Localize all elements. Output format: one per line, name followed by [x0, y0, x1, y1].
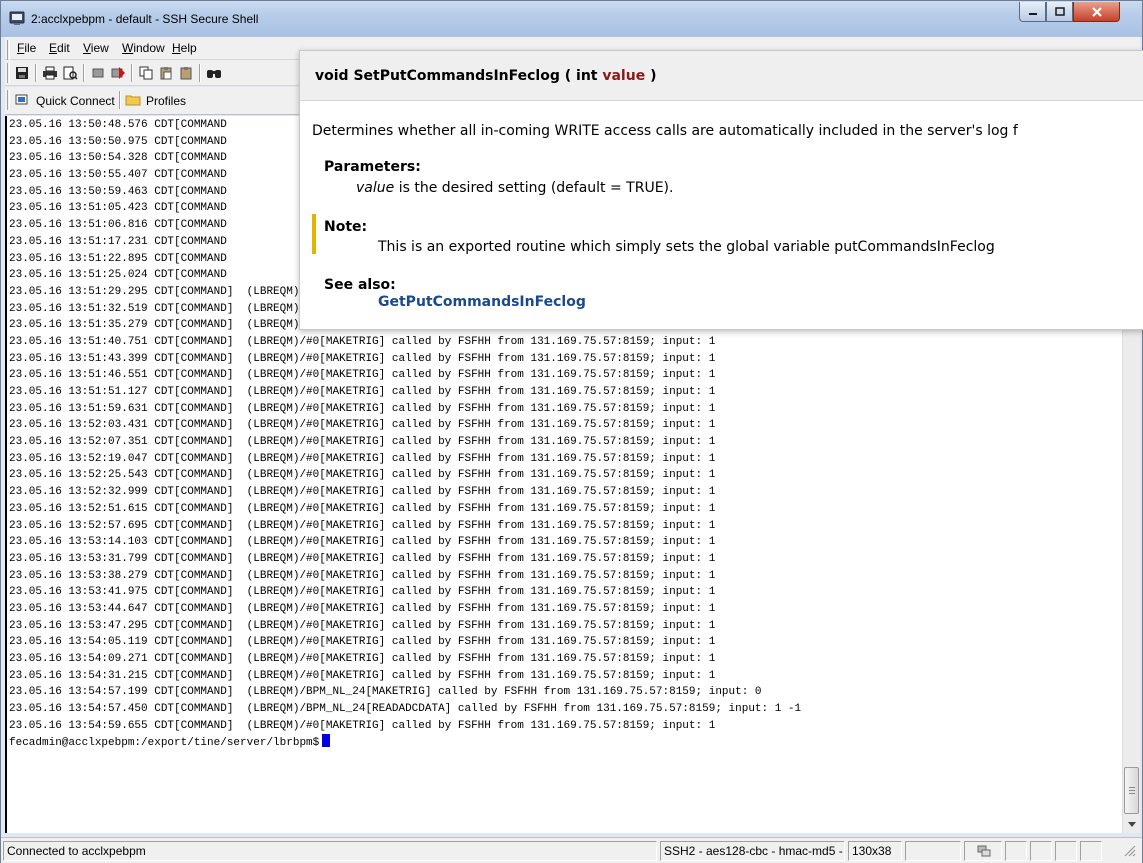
copy-icon[interactable] — [137, 64, 155, 82]
terminal-line: 23.05.16 13:52:57.695 CDT[COMMAND] (LBRE… — [9, 519, 716, 532]
cipher-info: SSH2 - aes128-cbc - hmac-md5 - nc — [660, 841, 845, 861]
terminal-line: 23.05.16 13:54:31.215 CDT[COMMAND] (LBRE… — [9, 669, 716, 682]
terminal-line: 23.05.16 13:53:47.295 CDT[COMMAND] (LBRE… — [9, 619, 716, 632]
terminal-line: 23.05.16 13:51:40.751 CDT[COMMAND] (LBRE… — [9, 335, 716, 348]
text-cursor — [322, 734, 331, 748]
folder-icon — [125, 93, 141, 110]
function-description: Determines whether all in-coming WRITE a… — [312, 123, 1018, 139]
menu-file[interactable]: File — [17, 41, 36, 55]
quickbar-grip[interactable] — [7, 90, 10, 110]
ssh-client-window: 2:acclxpebpm - default - SSH Secure Shel… — [0, 0, 1143, 863]
save-icon[interactable] — [13, 64, 31, 82]
parameter-description: value is the desired setting (default = … — [356, 180, 674, 196]
status-icon-cell — [964, 841, 1002, 861]
menu-help[interactable]: Help — [172, 41, 197, 55]
toolbar-separator — [83, 64, 85, 82]
resize-grip[interactable] — [1105, 841, 1139, 861]
menu-view[interactable]: View — [83, 41, 109, 55]
title-bar[interactable]: 2:acclxpebpm - default - SSH Secure Shel… — [1, 1, 1142, 37]
toolbar-separator — [119, 91, 121, 109]
status-empty-3 — [1030, 841, 1052, 861]
toolbar-separator — [35, 64, 37, 82]
connection-status: Connected to acclxpebpm — [3, 841, 657, 861]
terminal-line: 23.05.16 13:52:25.543 CDT[COMMAND] (LBRE… — [9, 469, 716, 482]
parameters-heading: Parameters: — [324, 159, 421, 175]
terminal-line: 23.05.16 13:54:05.119 CDT[COMMAND] (LBRE… — [9, 636, 716, 649]
prompt-text: fecadmin@acclxpebpm:/export/tine/server/… — [9, 737, 320, 750]
terminal-line: 23.05.16 13:53:44.647 CDT[COMMAND] (LBRE… — [9, 602, 716, 615]
menubar-grip[interactable] — [7, 40, 10, 60]
toolbar-grip[interactable] — [7, 63, 10, 83]
status-empty-1 — [905, 841, 961, 861]
disconnect-icon[interactable] — [89, 64, 107, 82]
close-icon — [1091, 6, 1102, 17]
arrow-down-icon — [1127, 822, 1136, 827]
note-text: This is an exported routine which simply… — [378, 239, 995, 255]
status-empty-2 — [1005, 841, 1027, 861]
terminal-line: 23.05.16 13:52:19.047 CDT[COMMAND] (LBRE… — [9, 452, 716, 465]
signature-header: void SetPutCommandsInFeclog ( int value … — [300, 51, 1143, 101]
terminal-line: 23.05.16 13:52:07.351 CDT[COMMAND] (LBRE… — [9, 436, 716, 449]
print-icon[interactable] — [41, 64, 59, 82]
paste-special-icon[interactable] — [177, 64, 195, 82]
menu-window[interactable]: Window — [122, 41, 165, 55]
documentation-tooltip: void SetPutCommandsInFeclog ( int value … — [299, 50, 1143, 330]
paste-icon[interactable] — [157, 64, 175, 82]
scroll-thumb[interactable] — [1124, 767, 1139, 814]
maximize-icon — [1054, 6, 1065, 16]
maximize-button[interactable] — [1046, 2, 1073, 22]
window-title: 2:acclxpebpm - default - SSH Secure Shel… — [31, 12, 259, 26]
note-heading: Note: — [324, 219, 368, 235]
minimize-icon — [1028, 12, 1037, 15]
quick-connect-icon — [15, 93, 31, 110]
terminal-line: 23.05.16 13:53:14.103 CDT[COMMAND] (LBRE… — [9, 536, 716, 549]
minimize-button[interactable] — [1019, 2, 1046, 22]
terminal-line: 23.05.16 13:53:41.975 CDT[COMMAND] (LBRE… — [9, 586, 716, 599]
new-connection-icon[interactable] — [109, 64, 127, 82]
terminal-line: 23.05.16 13:54:57.450 CDT[COMMAND] (LBRE… — [9, 703, 802, 716]
terminal-line: 23.05.16 13:52:32.999 CDT[COMMAND] (LBRE… — [9, 486, 716, 499]
function-signature: void SetPutCommandsInFeclog ( int value … — [315, 68, 657, 84]
terminal-line: 23.05.16 13:51:59.631 CDT[COMMAND] (LBRE… — [9, 402, 716, 415]
menu-edit[interactable]: Edit — [49, 41, 70, 55]
quick-connect-button[interactable]: Quick Connect — [15, 91, 115, 111]
status-empty-4 — [1055, 841, 1077, 861]
terminal-line: 23.05.16 13:52:03.431 CDT[COMMAND] (LBRE… — [9, 419, 716, 432]
signature-param: value — [602, 68, 646, 84]
scroll-down-button[interactable] — [1123, 816, 1140, 833]
terminal-line: 23.05.16 13:53:38.279 CDT[COMMAND] (LBRE… — [9, 569, 716, 582]
terminal-line: 23.05.16 13:51:51.127 CDT[COMMAND] (LBRE… — [9, 386, 716, 398]
status-empty-5 — [1080, 841, 1102, 861]
see-also-link[interactable]: GetPutCommandsInFeclog — [378, 294, 586, 310]
quick-connect-label: Quick Connect — [36, 94, 115, 108]
toolbar-separator — [199, 64, 201, 82]
see-also-heading: See also: — [324, 277, 396, 293]
terminal-line: 23.05.16 13:54:57.199 CDT[COMMAND] (LBRE… — [9, 686, 762, 699]
app-icon — [9, 10, 25, 26]
terminal-line: 23.05.16 13:53:31.799 CDT[COMMAND] (LBRE… — [9, 552, 716, 565]
toolbar-separator — [131, 64, 133, 82]
shell-prompt[interactable]: fecadmin@acclxpebpm:/export/tine/server/… — [9, 734, 801, 751]
terminal-line: 23.05.16 13:54:59.655 CDT[COMMAND] (LBRE… — [9, 719, 716, 732]
profiles-button[interactable]: Profiles — [125, 91, 186, 111]
find-icon[interactable] — [205, 64, 223, 82]
terminal-size: 130x38 — [848, 841, 902, 861]
terminal-line: 23.05.16 13:52:51.615 CDT[COMMAND] (LBRE… — [9, 502, 716, 515]
terminal-line: 23.05.16 13:51:43.399 CDT[COMMAND] (LBRE… — [9, 352, 716, 365]
profiles-label: Profiles — [146, 94, 187, 108]
resize-grip-icon — [1124, 845, 1136, 857]
terminal-line: 23.05.16 13:54:09.271 CDT[COMMAND] (LBRE… — [9, 653, 716, 665]
note-accent-bar — [312, 214, 316, 254]
terminal-line: 23.05.16 13:51:46.551 CDT[COMMAND] (LBRE… — [9, 369, 716, 382]
close-button[interactable] — [1073, 2, 1120, 22]
network-icon — [977, 845, 991, 857]
status-bar: Connected to acclxpebpm SSH2 - aes128-cb… — [1, 837, 1142, 863]
print-preview-icon[interactable] — [61, 64, 79, 82]
